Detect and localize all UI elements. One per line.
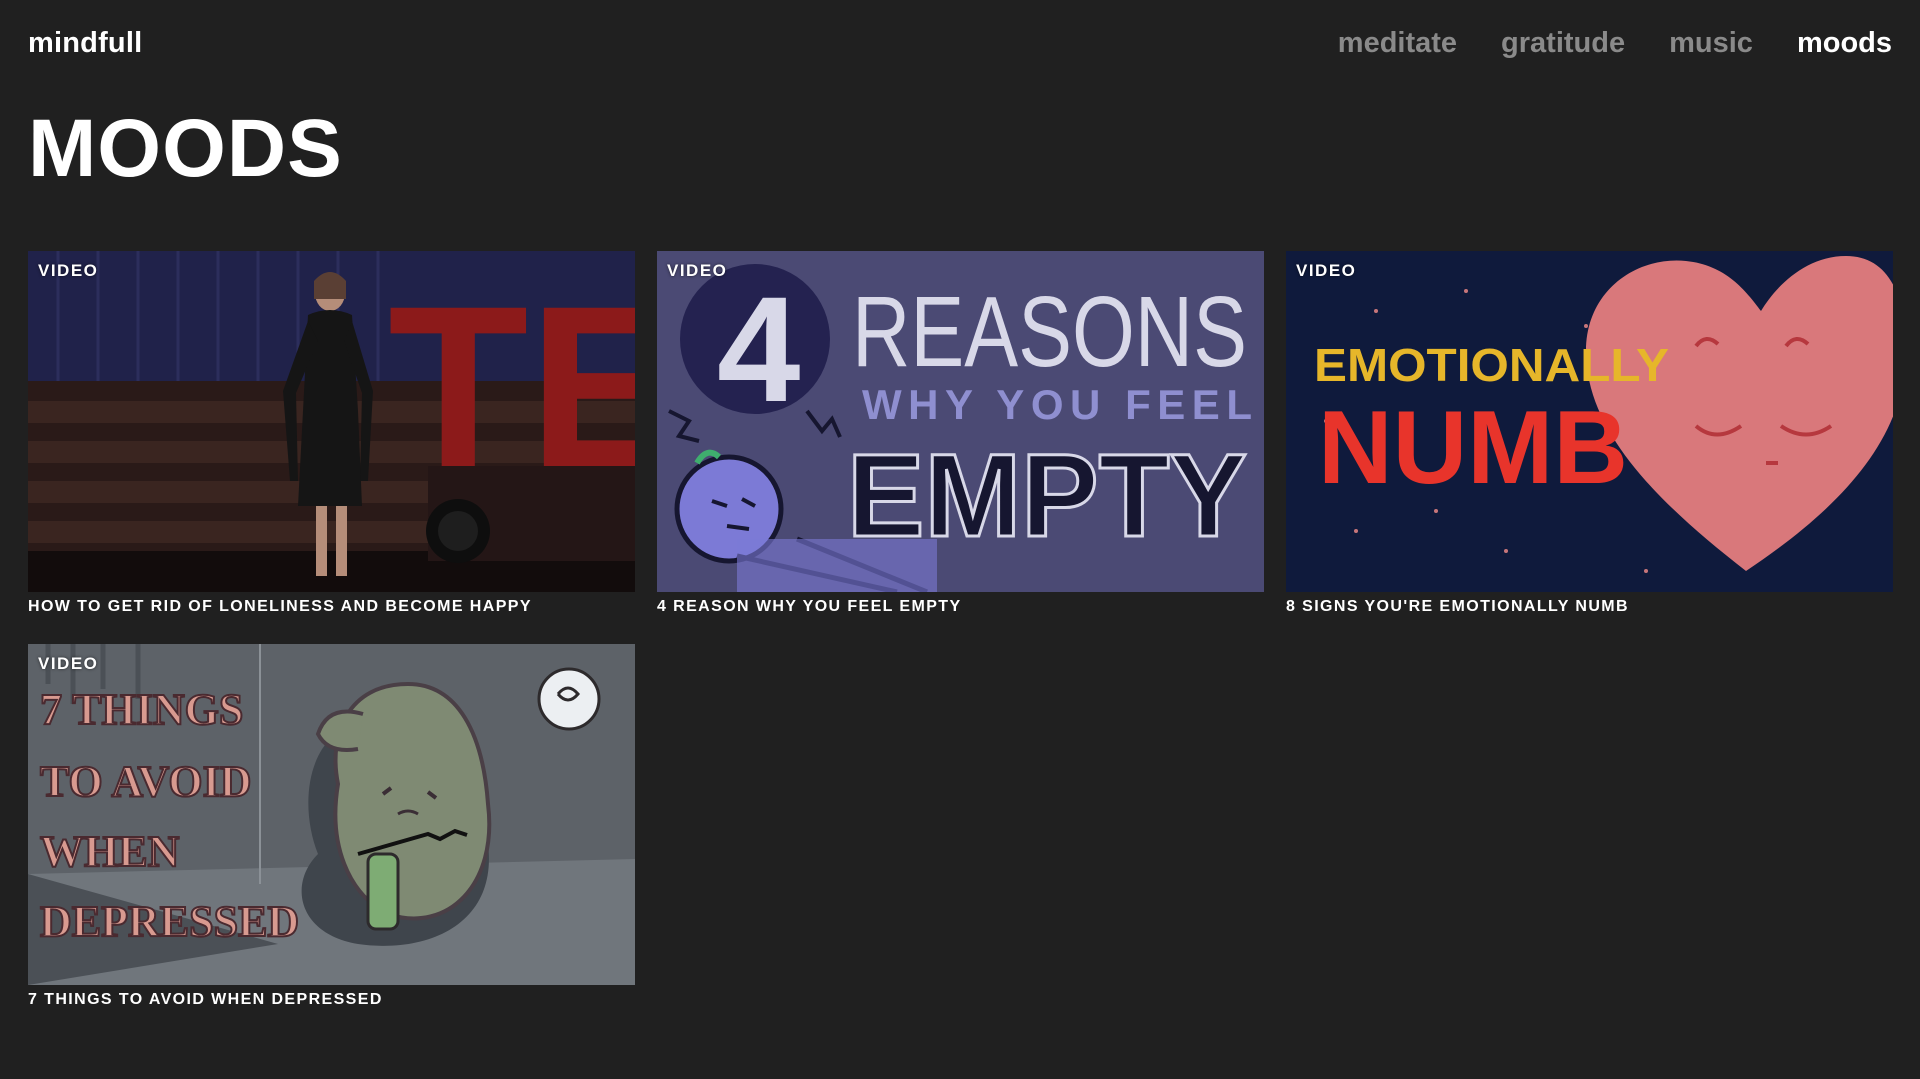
video-tag: VIDEO — [667, 261, 728, 280]
page-title: MOODS — [28, 103, 343, 194]
main-nav: meditate gratitude music moods — [1338, 27, 1892, 60]
video-card[interactable]: TE VIDEO HOW TO GET RID OF LONELINESS AN… — [28, 251, 635, 616]
nav-meditate[interactable]: meditate — [1338, 27, 1457, 60]
video-grid: TE VIDEO HOW TO GET RID OF LONELINESS AN… — [28, 251, 1894, 1009]
video-thumbnail[interactable]: EMOTIONALLY NUMB VIDEO — [1286, 251, 1893, 592]
thumbnail-image-numb: EMOTIONALLY NUMB — [1286, 251, 1893, 592]
nav-music[interactable]: music — [1669, 27, 1753, 60]
video-thumbnail[interactable]: 4 REASONS WHY YOU FEEL EMPTY VIDEO — [657, 251, 1264, 592]
thumb-line-when: WHEN — [40, 827, 180, 876]
thumbnail-image-empty: 4 REASONS WHY YOU FEEL EMPTY — [657, 251, 1264, 592]
thumb-line-to-avoid: TO AVOID — [40, 757, 251, 806]
video-title[interactable]: 8 SIGNS YOU'RE EMOTIONALLY NUMB — [1286, 598, 1893, 616]
video-thumbnail[interactable]: 7 THINGS TO AVOID WHEN DEPRESSED VIDEO — [28, 644, 635, 985]
video-tag: VIDEO — [1296, 261, 1357, 280]
nav-gratitude[interactable]: gratitude — [1501, 27, 1625, 60]
video-tag: VIDEO — [38, 654, 99, 673]
thumb-numb-text: NUMB — [1318, 390, 1628, 506]
thumb-reasons-text: REASONS — [852, 276, 1247, 388]
thumb-emotionally-text: EMOTIONALLY — [1314, 339, 1669, 391]
nav-moods[interactable]: moods — [1797, 27, 1892, 60]
video-card[interactable]: EMOTIONALLY NUMB VIDEO 8 SIGNS YOU'RE EM… — [1286, 251, 1893, 616]
thumb-line-depressed: DEPRESSED — [40, 897, 299, 946]
video-title[interactable]: HOW TO GET RID OF LONELINESS AND BECOME … — [28, 598, 635, 616]
thumbnail-image-depressed: 7 THINGS TO AVOID WHEN DEPRESSED — [28, 644, 635, 985]
video-card[interactable]: 4 REASONS WHY YOU FEEL EMPTY VIDEO 4 REA… — [657, 251, 1264, 616]
video-title[interactable]: 7 THINGS TO AVOID WHEN DEPRESSED — [28, 991, 635, 1009]
logo[interactable]: mindfull — [28, 27, 142, 60]
video-thumbnail[interactable]: TE VIDEO — [28, 251, 635, 592]
thumbnail-image-ted-talk: TE — [28, 251, 635, 592]
header: mindfull meditate gratitude music moods — [0, 0, 1920, 90]
thumb-why-text: WHY YOU FEEL — [862, 381, 1252, 428]
thumb-number-4: 4 — [717, 265, 800, 433]
thumb-line-7-things: 7 THINGS — [40, 685, 243, 734]
video-tag: VIDEO — [38, 261, 99, 280]
video-title[interactable]: 4 REASON WHY YOU FEEL EMPTY — [657, 598, 1264, 616]
video-card[interactable]: 7 THINGS TO AVOID WHEN DEPRESSED VIDEO 7… — [28, 644, 635, 1009]
